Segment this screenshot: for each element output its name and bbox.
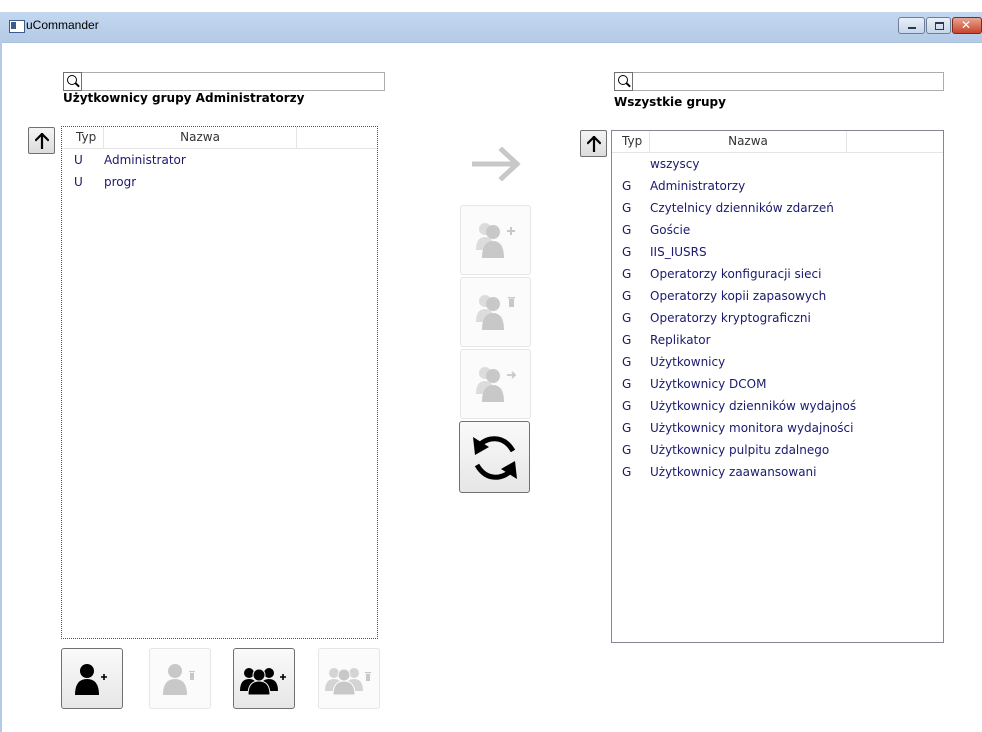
list-item-name: Użytkownicy pulpitu zdalnego [650, 443, 830, 457]
window-title: uCommander [26, 18, 99, 32]
close-button[interactable] [952, 17, 982, 34]
user-add-icon [75, 663, 107, 695]
list-item-type: G [622, 267, 632, 281]
list-item[interactable]: G Użytkownicy DCOM [612, 373, 943, 395]
user-delete-icon [163, 663, 195, 695]
left-list-body: U Administrator Uprogr [62, 149, 377, 193]
list-item-type: G [622, 443, 632, 457]
arrow-up-icon [34, 132, 49, 149]
list-item[interactable]: G IIS_IUSRS [612, 241, 943, 263]
arrow-right-icon [472, 147, 521, 181]
right-up-button[interactable] [580, 130, 607, 157]
group-delete-icon [325, 667, 371, 695]
maximize-button[interactable] [926, 17, 951, 34]
app-icon [9, 20, 25, 33]
list-item-name: Użytkownicy dzienników wydajności [650, 399, 856, 413]
column-header-empty [297, 127, 377, 148]
list-item[interactable]: G Operatorzy kryptograficzni [612, 307, 943, 329]
list-item-name: progr [104, 175, 137, 189]
refresh-button[interactable] [459, 421, 530, 493]
list-item[interactable]: U Administrator [62, 149, 377, 171]
list-item[interactable]: Uprogr [62, 171, 377, 193]
arrow-up-icon [586, 135, 601, 152]
delete-user-button[interactable] [149, 648, 211, 709]
add-user-button[interactable] [61, 648, 123, 709]
list-item-type: G [622, 223, 632, 237]
title-bar: uCommander [0, 12, 982, 43]
left-member-list[interactable]: Typ Nazwa U Administrator Uprogr [61, 126, 378, 639]
list-item-type: G [622, 311, 632, 325]
list-item-type: G [622, 465, 632, 479]
list-item-type: G [622, 355, 632, 369]
add-user-to-group-button[interactable] [460, 205, 531, 275]
minimize-button[interactable] [898, 17, 925, 34]
refresh-icon [472, 436, 517, 480]
list-item-name: IIS_IUSRS [650, 245, 707, 259]
user-delete-icon [475, 295, 515, 330]
list-item-type: U [74, 175, 83, 189]
right-search-input[interactable] [635, 73, 943, 90]
user-move-icon [475, 367, 516, 402]
list-item-type [612, 153, 650, 175]
list-item-type: G [622, 377, 632, 391]
list-item[interactable]: G Czytelnicy dzienników zdarzeń [612, 197, 943, 219]
list-item-name: Użytkownicy [650, 355, 726, 369]
list-item[interactable]: G Użytkownicy dzienników wydajności [612, 395, 943, 417]
list-item-name: Czytelnicy dzienników zdarzeń [650, 201, 834, 215]
list-item-type: U [74, 153, 83, 167]
search-icon[interactable] [614, 72, 633, 91]
column-header-typ[interactable]: Typ [612, 131, 650, 152]
list-item[interactable]: G Użytkownicy zaawansowani [612, 461, 943, 483]
list-item-type: G [622, 201, 632, 215]
list-item-type: G [622, 245, 632, 259]
list-item-name: wszyscy [650, 157, 700, 171]
left-search-input[interactable] [84, 73, 384, 90]
left-panel-title: Użytkownicy grupy Administratorzy [63, 91, 305, 105]
right-search-field[interactable] [614, 72, 944, 91]
window-border [0, 42, 2, 732]
list-item-type: G [622, 399, 632, 413]
list-item[interactable]: G Operatorzy kopii zapasowych [612, 285, 943, 307]
search-icon[interactable] [63, 72, 82, 91]
list-item[interactable]: G Użytkownicy [612, 351, 943, 373]
delete-group-button[interactable] [318, 648, 380, 709]
list-item-name: Replikator [650, 333, 711, 347]
list-item-name: Administrator [104, 153, 186, 167]
add-group-button[interactable] [233, 648, 295, 709]
right-panel-title: Wszystkie grupy [614, 95, 726, 109]
list-item[interactable]: G Administratorzy [612, 175, 943, 197]
list-item-name: Użytkownicy monitora wydajności [650, 421, 854, 435]
list-item[interactable]: G Użytkownicy pulpitu zdalnego [612, 439, 943, 461]
group-add-icon [240, 667, 286, 695]
list-item[interactable]: G Użytkownicy monitora wydajności [612, 417, 943, 439]
list-item-name: Operatorzy kopii zapasowych [650, 289, 827, 303]
list-item-name: Goście [650, 223, 691, 237]
column-header-empty [847, 131, 943, 152]
list-item-name: Użytkownicy zaawansowani [650, 465, 817, 479]
list-item-type: G [622, 421, 632, 435]
list-header: Typ Nazwa [612, 131, 943, 153]
column-header-nazwa[interactable]: Nazwa [104, 127, 298, 148]
list-item[interactable]: G Operatorzy konfiguracji sieci [612, 263, 943, 285]
move-user-button[interactable] [460, 349, 531, 419]
remove-user-from-group-button[interactable] [460, 277, 531, 347]
user-add-icon [475, 223, 515, 258]
column-header-typ[interactable]: Typ [62, 127, 104, 148]
list-header: Typ Nazwa [62, 127, 377, 149]
left-up-button[interactable] [28, 127, 55, 154]
list-item-type: G [622, 179, 632, 193]
list-item-type: G [622, 289, 632, 303]
list-item-name: Operatorzy kryptograficzni [650, 311, 811, 325]
column-header-nazwa[interactable]: Nazwa [650, 131, 847, 152]
list-item[interactable]: wszyscy [612, 153, 943, 175]
list-item-name: Operatorzy konfiguracji sieci [650, 267, 822, 281]
list-item-type: G [622, 333, 632, 347]
list-item[interactable]: G Replikator [612, 329, 943, 351]
list-item-name: Użytkownicy DCOM [650, 377, 767, 391]
right-group-list[interactable]: Typ Nazwa wszyscy G Administratorzy G Czytel… [611, 130, 944, 643]
left-search-field[interactable] [63, 72, 385, 91]
right-list-body: wszyscy G Administratorzy G Czytelnicy dzien… [612, 153, 943, 483]
list-item[interactable]: G Goście [612, 219, 943, 241]
list-item-name: Administratorzy [650, 179, 746, 193]
